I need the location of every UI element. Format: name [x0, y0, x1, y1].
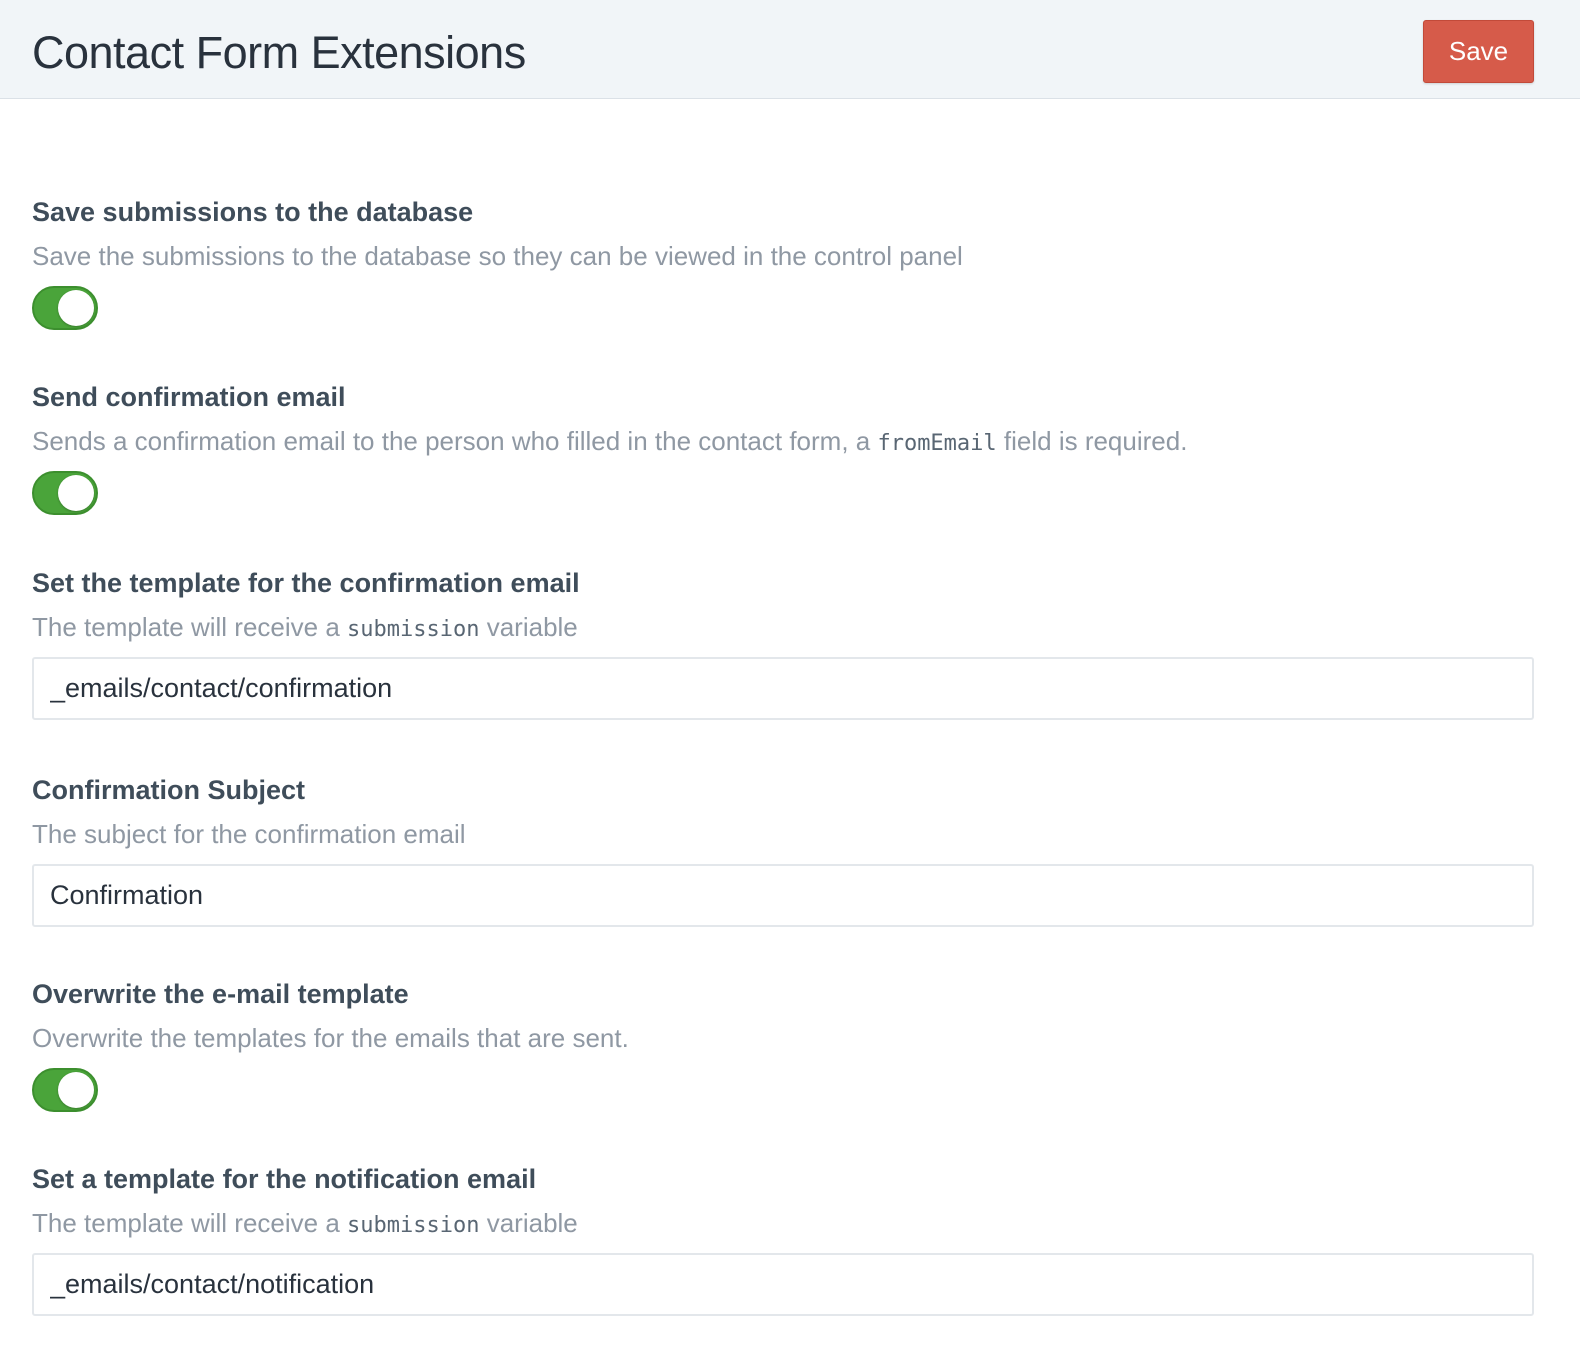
field-label: Set a template for the notification emai… — [32, 1164, 537, 1194]
overwrite-template-toggle[interactable] — [32, 1068, 98, 1112]
field-confirmation-subject: Confirmation Subject The subject for the… — [32, 774, 1534, 927]
toggle-knob — [58, 1072, 94, 1108]
field-notification-template: Set a template for the notification emai… — [32, 1163, 1534, 1316]
instructions-code: fromEmail — [877, 431, 997, 456]
instructions-text: variable — [479, 612, 578, 642]
field-instructions: Overwrite the templates for the emails t… — [32, 1023, 629, 1053]
field-label: Send confirmation email — [32, 382, 346, 412]
field-overwrite-template: Overwrite the e-mail template Overwrite … — [32, 978, 1534, 1112]
field-instructions: The template will receive a submission v… — [32, 611, 1534, 643]
save-button[interactable]: Save — [1423, 20, 1534, 83]
confirmation-template-input[interactable] — [32, 657, 1534, 720]
send-confirmation-toggle[interactable] — [32, 471, 98, 515]
instructions-text: Sends a confirmation email to the person… — [32, 426, 878, 456]
field-save-submissions: Save submissions to the database Save th… — [32, 196, 1534, 330]
field-send-confirmation: Send confirmation email Sends a confirma… — [32, 381, 1534, 515]
field-instructions: Sends a confirmation email to the person… — [32, 425, 1534, 457]
instructions-code: submission — [347, 1213, 480, 1238]
field-label: Save submissions to the database — [32, 197, 474, 227]
field-label: Set the template for the confirmation em… — [32, 568, 580, 598]
field-label: Overwrite the e-mail template — [32, 979, 409, 1009]
confirmation-subject-input[interactable] — [32, 864, 1534, 927]
field-instructions: The template will receive a submission v… — [32, 1207, 1534, 1239]
instructions-code: submission — [347, 617, 480, 642]
instructions-text: field is required. — [996, 426, 1188, 456]
toggle-knob — [58, 475, 94, 511]
field-label: Confirmation Subject — [32, 775, 306, 805]
notification-template-input[interactable] — [32, 1253, 1534, 1316]
page-header: Contact Form Extensions Save — [0, 0, 1580, 99]
instructions-text: The template will receive a — [32, 612, 348, 642]
instructions-text: variable — [479, 1208, 578, 1238]
field-instructions: The subject for the confirmation email — [32, 819, 466, 849]
toggle-knob — [58, 290, 94, 326]
page-title: Contact Form Extensions — [32, 27, 526, 78]
field-confirmation-template: Set the template for the confirmation em… — [32, 567, 1534, 720]
save-submissions-toggle[interactable] — [32, 286, 98, 330]
field-instructions: Save the submissions to the database so … — [32, 241, 963, 271]
instructions-text: The template will receive a — [32, 1208, 348, 1238]
